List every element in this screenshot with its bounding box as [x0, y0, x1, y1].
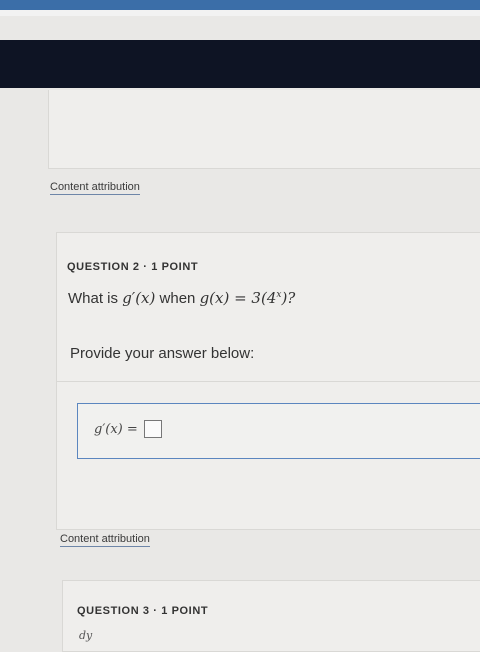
previous-question-card [48, 90, 480, 169]
answer-input[interactable] [144, 420, 162, 438]
prompt-text-pre: What is [68, 290, 119, 307]
divider [57, 381, 480, 382]
question-3-partial-prompt: dy [79, 629, 93, 642]
provide-answer-label: Provide your answer below: [70, 345, 255, 362]
question-2-prompt: What is g′(x) when g(x) = 3(4x)? [68, 289, 295, 307]
prompt-math-derivative: g′(x) [122, 289, 156, 307]
question-2-card: QUESTION 2 · 1 POINT What is g′(x) when … [56, 232, 480, 530]
answer-label: g′(x) = [94, 422, 138, 437]
dark-header-bar [0, 40, 480, 88]
question-3-card: QUESTION 3 · 1 POINT dy [62, 580, 480, 652]
prompt-math-function: g(x) = 3(4x)? [200, 289, 296, 307]
question-3-header: QUESTION 3 · 1 POINT [77, 605, 209, 617]
answer-box[interactable]: g′(x) = [77, 403, 480, 459]
prompt-close: )? [281, 289, 296, 307]
browser-top-strip [0, 0, 480, 16]
prompt-text-when: when [159, 290, 196, 307]
content-attribution-link-2[interactable]: Content attribution [60, 533, 150, 547]
question-2-header: QUESTION 2 · 1 POINT [67, 261, 199, 273]
prompt-eq: g(x) = 3(4 [199, 289, 277, 307]
content-attribution-link[interactable]: Content attribution [50, 181, 140, 195]
